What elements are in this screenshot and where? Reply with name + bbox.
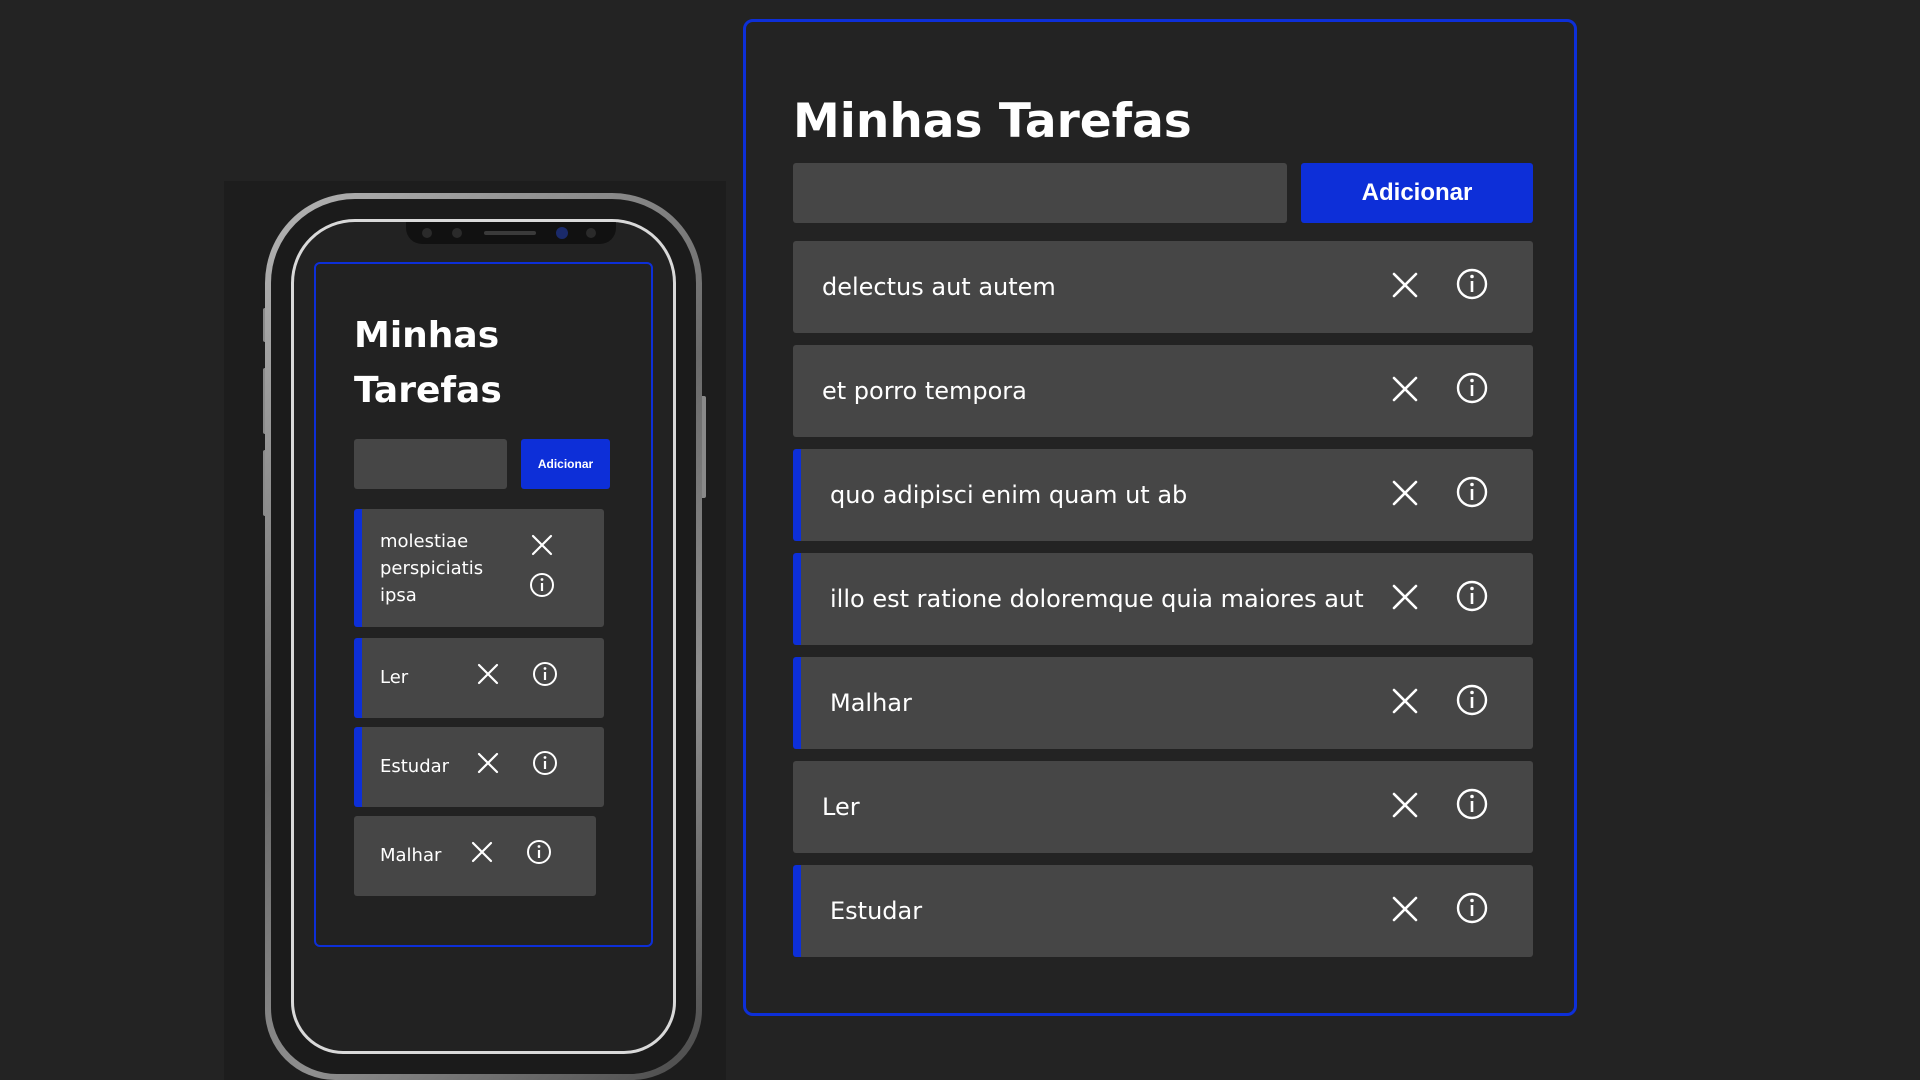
page-title: Minhas Tarefas (793, 94, 1192, 149)
info-icon[interactable] (532, 750, 558, 776)
task-item: Estudar (793, 865, 1533, 957)
phone-screen: Minhas Tarefas Adicionar molestiae persp… (291, 219, 676, 1054)
task-label: delectus aut autem (822, 273, 1056, 301)
mobile-task-item: molestiae perspiciatis ipsa (354, 509, 604, 627)
mobile-task-label: Ler (380, 667, 409, 688)
close-icon[interactable] (1391, 375, 1419, 403)
info-icon[interactable] (1455, 267, 1489, 301)
mobile-task-input[interactable] (354, 439, 507, 489)
close-icon[interactable] (471, 841, 493, 863)
notch-sensor-icon (422, 228, 432, 238)
close-icon[interactable] (477, 752, 499, 774)
info-icon[interactable] (1455, 475, 1489, 509)
mobile-page-title: Minhas Tarefas (354, 315, 502, 411)
close-icon[interactable] (1391, 895, 1419, 923)
info-icon[interactable] (1455, 787, 1489, 821)
task-input[interactable] (793, 163, 1287, 223)
info-icon[interactable] (1455, 579, 1489, 613)
info-icon[interactable] (1455, 891, 1489, 925)
notch-sensor-icon (452, 228, 462, 238)
mobile-task-item: Ler (354, 638, 604, 718)
phone-bezel: Minhas Tarefas Adicionar molestiae persp… (271, 199, 696, 1074)
phone-notch (406, 222, 616, 244)
close-icon[interactable] (1391, 479, 1419, 507)
phone-mockup: Minhas Tarefas Adicionar molestiae persp… (265, 193, 702, 1080)
info-icon[interactable] (1455, 371, 1489, 405)
notch-sensor-icon (586, 228, 596, 238)
mobile-todo-card: Minhas Tarefas Adicionar molestiae persp… (314, 262, 653, 947)
close-icon[interactable] (477, 663, 499, 685)
info-icon[interactable] (526, 839, 552, 865)
mobile-task-label: Malhar (380, 845, 442, 866)
task-label: quo adipisci enim quam ut ab (830, 481, 1188, 509)
mobile-add-button[interactable]: Adicionar (521, 439, 610, 489)
task-label: Estudar (830, 897, 923, 925)
task-item: quo adipisci enim quam ut ab (793, 449, 1533, 541)
task-label: et porro tempora (822, 377, 1027, 405)
info-icon[interactable] (1455, 683, 1489, 717)
mobile-task-item: Malhar (354, 816, 596, 896)
task-label: Malhar (830, 689, 912, 717)
task-label: Ler (822, 793, 860, 821)
info-icon[interactable] (532, 661, 558, 687)
close-icon[interactable] (1391, 583, 1419, 611)
close-icon[interactable] (1391, 271, 1419, 299)
task-item: et porro tempora (793, 345, 1533, 437)
close-icon[interactable] (531, 534, 553, 556)
task-item: illo est ratione doloremque quia maiores… (793, 553, 1533, 645)
desktop-todo-card: Minhas Tarefas Adicionar delectus aut au… (743, 19, 1577, 1016)
task-item: delectus aut autem (793, 241, 1533, 333)
mobile-task-label: molestiae perspiciatis ipsa (380, 531, 484, 606)
add-button[interactable]: Adicionar (1301, 163, 1533, 223)
notch-speaker-icon (484, 231, 536, 235)
notch-camera-icon (556, 227, 568, 239)
mobile-task-item: Estudar (354, 727, 604, 807)
close-icon[interactable] (1391, 687, 1419, 715)
task-item: Malhar (793, 657, 1533, 749)
close-icon[interactable] (1391, 791, 1419, 819)
task-label: illo est ratione doloremque quia maiores… (830, 585, 1364, 613)
info-icon[interactable] (529, 572, 555, 598)
mobile-task-label: Estudar (380, 756, 450, 777)
task-item: Ler (793, 761, 1533, 853)
